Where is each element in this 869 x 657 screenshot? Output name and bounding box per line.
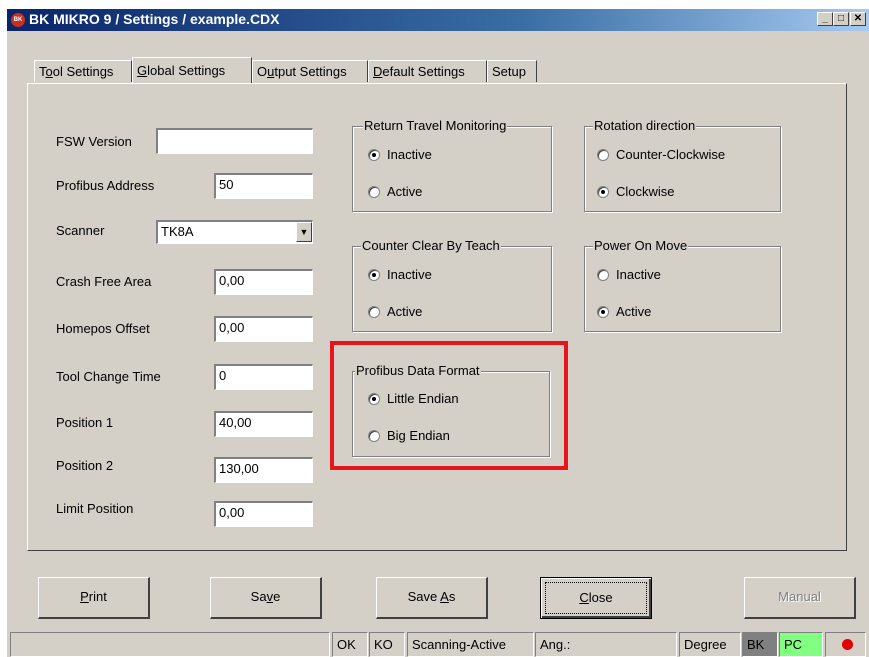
profibus-address-label: Profibus Address (56, 178, 155, 193)
scanner-select[interactable]: TK8A ▼ (156, 220, 313, 244)
status-bk: BK (742, 632, 778, 657)
tab-tool-settings[interactable]: Tool Settings (34, 60, 132, 82)
radio-icon (597, 185, 609, 198)
highlight-box (330, 341, 568, 470)
radio-icon (368, 268, 380, 281)
tool-change-time-label: Tool Change Time (56, 369, 161, 384)
close-button[interactable]: Close (540, 577, 652, 619)
title-bar[interactable]: BK BK MIKRO 9 / Settings / example.CDX _… (7, 9, 869, 31)
rotation-direction-group: Rotation direction Counter-Clockwise Clo… (584, 118, 781, 212)
scanner-value: TK8A (161, 224, 194, 239)
button-text: lose (588, 590, 613, 605)
radio-label: Active (616, 304, 652, 319)
status-unit: Degree (679, 632, 741, 657)
tab-setup[interactable]: Setup (487, 60, 537, 82)
counter-clear-group: Counter Clear By Teach Inactive Active (352, 238, 552, 332)
power-on-move-title: Power On Move (593, 238, 689, 253)
profibus-address-field[interactable]: 50 (214, 173, 313, 199)
scanner-label: Scanner (56, 223, 105, 238)
limit-position-label: Limit Position (56, 501, 134, 516)
window-title: BK MIKRO 9 / Settings / example.CDX (29, 11, 280, 27)
button-text: Sa (250, 589, 267, 604)
button-text: e (273, 589, 281, 604)
chevron-down-icon[interactable]: ▼ (296, 222, 312, 242)
power-on-move-group: Power On Move Inactive Active (584, 238, 781, 332)
radio-label: Clockwise (616, 184, 675, 199)
save-button[interactable]: Save (210, 577, 322, 619)
radio-icon (368, 148, 380, 161)
status-empty-pane (10, 632, 330, 657)
maximize-button[interactable]: □ (833, 12, 849, 26)
return-travel-inactive-radio[interactable]: Inactive (368, 147, 432, 162)
status-pc: PC (779, 632, 823, 657)
radio-label: Counter-Clockwise (616, 147, 726, 162)
rotation-cw-radio[interactable]: Clockwise (597, 184, 675, 199)
radio-label: Inactive (616, 267, 661, 282)
radio-icon (368, 305, 380, 318)
tab-output-settings[interactable]: Output Settings (252, 60, 368, 82)
rotation-direction-title: Rotation direction (593, 118, 697, 133)
tool-change-time-field[interactable]: 0 (214, 364, 313, 390)
mnemonic: C (579, 590, 589, 605)
radio-label: Active (387, 304, 423, 319)
rotation-ccw-radio[interactable]: Counter-Clockwise (597, 147, 725, 162)
power-on-move-active-radio[interactable]: Active (597, 304, 651, 319)
fsw-version-label: FSW Version (56, 134, 132, 149)
counter-clear-title: Counter Clear By Teach (361, 238, 501, 253)
button-text: s (448, 589, 456, 604)
radio-icon (368, 185, 380, 198)
status-scanning: Scanning-Active (407, 632, 534, 657)
radio-icon (597, 305, 609, 318)
print-button[interactable]: Print (38, 577, 150, 619)
limit-position-field[interactable]: 0,00 (214, 501, 313, 527)
manual-button[interactable]: Manual (744, 577, 856, 619)
save-as-button[interactable]: Save As (376, 577, 488, 619)
status-ko: KO (369, 632, 405, 657)
radio-label: Active (387, 184, 423, 199)
position-1-field[interactable]: 40,00 (214, 411, 313, 437)
bk-logo-icon: BK (11, 13, 25, 27)
minimize-button[interactable]: _ (817, 12, 833, 26)
radio-label: Inactive (387, 147, 432, 162)
button-text: Manual (778, 589, 821, 604)
radio-icon (597, 268, 609, 281)
tab-default-settings[interactable]: Default Settings (368, 60, 487, 82)
close-window-button[interactable]: ✕ (850, 12, 866, 26)
position-2-label: Position 2 (56, 458, 114, 473)
status-angle: Ang.: (535, 632, 677, 657)
homepos-offset-label: Homepos Offset (56, 321, 150, 336)
return-travel-active-radio[interactable]: Active (368, 184, 422, 199)
focus-rect: Close (545, 582, 647, 614)
mnemonic: P (80, 589, 89, 604)
radio-icon (597, 148, 609, 161)
fsw-version-field[interactable] (156, 128, 313, 154)
position-2-field[interactable]: 130,00 (214, 457, 313, 483)
return-travel-group: Return Travel Monitoring Inactive Active (352, 118, 552, 212)
status-led-icon (842, 639, 853, 650)
status-bar: OK KO Scanning-Active Ang.: Degree BK PC (7, 632, 869, 657)
radio-label: Inactive (387, 267, 432, 282)
button-text: Save (407, 589, 441, 604)
status-ok: OK (332, 632, 368, 657)
crash-free-area-field[interactable]: 0,00 (214, 269, 313, 295)
counter-clear-active-radio[interactable]: Active (368, 304, 422, 319)
status-led-pane (825, 632, 866, 657)
position-1-label: Position 1 (56, 415, 114, 430)
homepos-offset-field[interactable]: 0,00 (214, 316, 313, 342)
mnemonic: A (440, 589, 449, 604)
power-on-move-inactive-radio[interactable]: Inactive (597, 267, 661, 282)
counter-clear-inactive-radio[interactable]: Inactive (368, 267, 432, 282)
button-text: rint (88, 589, 107, 604)
crash-free-area-label: Crash Free Area (56, 274, 152, 289)
tab-global-settings[interactable]: Global Settings (132, 57, 252, 83)
return-travel-title: Return Travel Monitoring (363, 118, 508, 133)
